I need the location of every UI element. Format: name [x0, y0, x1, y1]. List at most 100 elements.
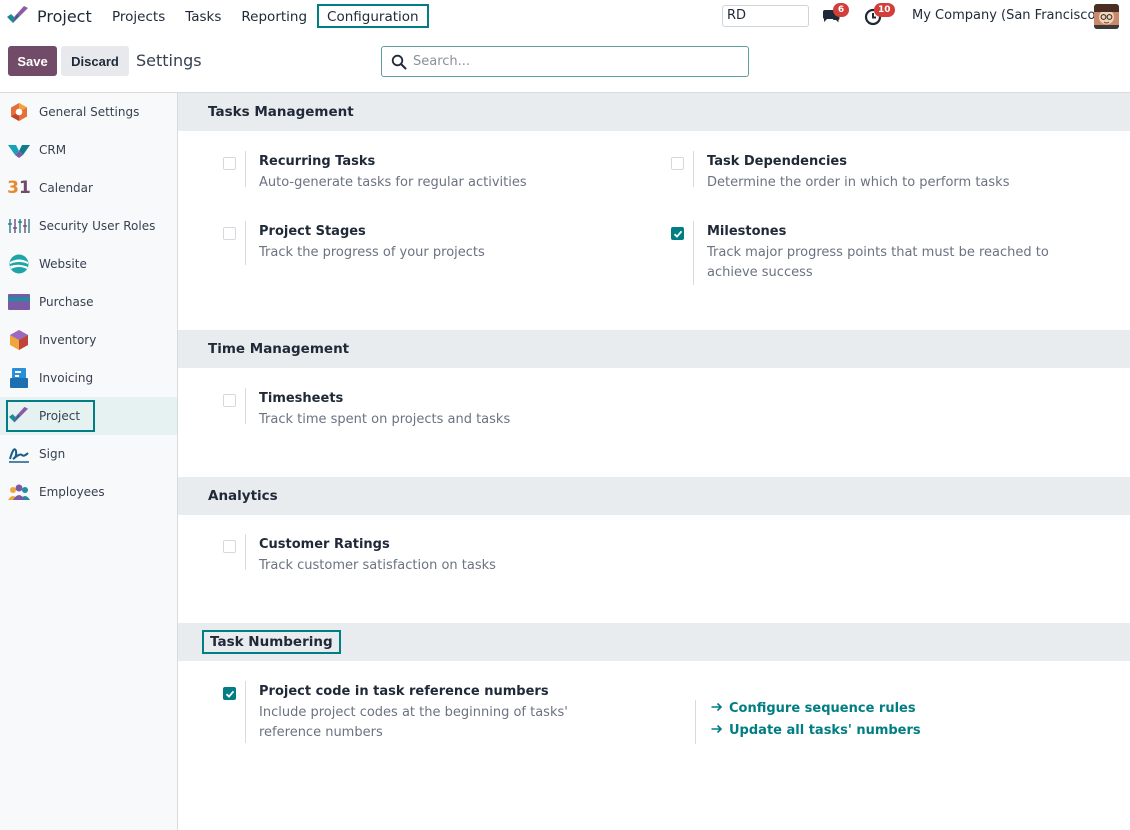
sidebar-item-label: CRM [39, 143, 67, 157]
setting-title: Customer Ratings [259, 537, 390, 552]
user-avatar[interactable] [1094, 4, 1119, 29]
checkmark-icon [225, 690, 235, 698]
sidebar-item-general-settings[interactable]: General Settings [0, 93, 177, 131]
recurring-tasks-checkbox[interactable] [223, 157, 236, 170]
arrow-right-icon [711, 724, 723, 734]
top-navbar: Project Projects Tasks Reporting Configu… [0, 0, 1130, 32]
avatar-image [1094, 4, 1119, 29]
main-menu: Projects Tasks Reporting Configuration [102, 4, 429, 28]
app-brand[interactable]: Project [6, 4, 92, 28]
crm-icon [8, 139, 30, 161]
page-title: Settings [136, 51, 202, 70]
setting-description: Track time spent on projects and tasks [259, 412, 511, 427]
project-code-checkbox[interactable] [223, 687, 236, 700]
setting-divider [245, 221, 246, 265]
setting-divider [245, 534, 246, 570]
sign-icon [8, 443, 30, 465]
save-button[interactable]: Save [8, 46, 57, 76]
app-name: Project [37, 6, 92, 26]
update-tasks-numbers-link[interactable]: Update all tasks' numbers [711, 723, 921, 738]
sidebar-item-label: Sign [39, 447, 66, 461]
sidebar-item-employees[interactable]: Employees [0, 473, 177, 511]
setting-description: Track the progress of your projects [259, 245, 485, 260]
sidebar-item-label: Website [39, 257, 87, 271]
customer-ratings-checkbox[interactable] [223, 540, 236, 553]
activities-button[interactable]: 10 [864, 3, 895, 26]
setting-description: Track customer satisfaction on tasks [259, 558, 496, 573]
sidebar-item-label: General Settings [39, 105, 140, 119]
company-switcher[interactable]: My Company (San Francisco) [912, 8, 1100, 23]
link-label: Configure sequence rules [729, 701, 916, 716]
sidebar-item-label: Security User Roles [39, 219, 156, 233]
settings-search-input[interactable]: Search... [381, 46, 749, 77]
sidebar-item-label: Employees [39, 485, 105, 499]
setting-title: Recurring Tasks [259, 154, 376, 169]
setting-title: Task Dependencies [707, 154, 847, 169]
menu-tasks[interactable]: Tasks [175, 4, 231, 28]
section-title: Tasks Management [208, 104, 354, 120]
link-label: Update all tasks' numbers [729, 723, 921, 738]
setting-divider [693, 221, 694, 285]
setting-description: Determine the order in which to perform … [707, 175, 1010, 190]
sidebar-focus-outline [6, 400, 95, 432]
security-roles-icon [8, 215, 30, 237]
general-settings-icon [8, 101, 30, 123]
sidebar-item-purchase[interactable]: Purchase [0, 283, 177, 321]
messages-button[interactable]: 6 [821, 3, 849, 26]
setting-title: Project Stages [259, 224, 366, 239]
sidebar-item-label: Inventory [39, 333, 97, 347]
section-title: Analytics [208, 488, 278, 504]
setting-description: Track major progress points that must be… [707, 245, 1049, 280]
setting-divider [245, 388, 246, 424]
sidebar-item-label: Invoicing [39, 371, 94, 385]
project-stages-checkbox[interactable] [223, 227, 236, 240]
arrow-right-icon [711, 702, 723, 712]
company-search-input[interactable]: RD [722, 5, 809, 27]
menu-projects[interactable]: Projects [102, 4, 175, 28]
setting-title: Project code in task reference numbers [259, 684, 549, 699]
settings-sidebar: General Settings CRM 31 Calendar Securit… [0, 93, 178, 830]
website-icon [8, 253, 30, 275]
sidebar-item-label: Purchase [39, 295, 94, 309]
section-tasks-management: Tasks Management [178, 93, 1130, 131]
sidebar-item-invoicing[interactable]: Invoicing [0, 359, 177, 397]
timesheets-checkbox[interactable] [223, 394, 236, 407]
sidebar-item-website[interactable]: Website [0, 245, 177, 283]
section-time-management: Time Management [178, 330, 1130, 368]
activities-badge: 10 [874, 3, 895, 17]
sidebar-item-crm[interactable]: CRM [0, 131, 177, 169]
section-analytics: Analytics [178, 477, 1130, 515]
section-title: Time Management [208, 341, 350, 357]
setting-title: Milestones [707, 224, 787, 239]
setting-divider [245, 151, 246, 187]
messages-badge: 6 [833, 3, 849, 17]
section-task-numbering: Task Numbering [178, 623, 1130, 661]
checkmark-icon [673, 230, 683, 238]
employees-icon [8, 481, 30, 503]
setting-divider [693, 151, 694, 187]
sidebar-item-sign[interactable]: Sign [0, 435, 177, 473]
sidebar-item-calendar[interactable]: 31 Calendar [0, 169, 177, 207]
sidebar-item-label: Calendar [39, 181, 93, 195]
setting-divider [245, 681, 246, 743]
links-divider [695, 700, 696, 744]
search-icon [391, 54, 407, 69]
search-placeholder: Search... [413, 54, 471, 69]
project-logo-icon [7, 6, 28, 23]
sidebar-item-security-user-roles[interactable]: Security User Roles [0, 207, 177, 245]
sidebar-item-inventory[interactable]: Inventory [0, 321, 177, 359]
invoicing-icon [8, 367, 30, 389]
discard-button[interactable]: Discard [61, 46, 129, 76]
purchase-icon [8, 291, 30, 313]
menu-reporting[interactable]: Reporting [231, 4, 317, 28]
configure-sequence-rules-link[interactable]: Configure sequence rules [711, 701, 916, 716]
task-dependencies-checkbox[interactable] [671, 157, 684, 170]
setting-title: Timesheets [259, 391, 344, 406]
calendar-icon: 31 [7, 177, 31, 199]
menu-configuration[interactable]: Configuration [317, 4, 429, 28]
setting-description: Include project codes at the beginning o… [259, 705, 568, 740]
calendar-icon-digit-1: 1 [19, 178, 31, 198]
section-title: Task Numbering [202, 630, 341, 654]
calendar-icon-digit-3: 3 [7, 178, 19, 198]
milestones-checkbox[interactable] [671, 227, 684, 240]
